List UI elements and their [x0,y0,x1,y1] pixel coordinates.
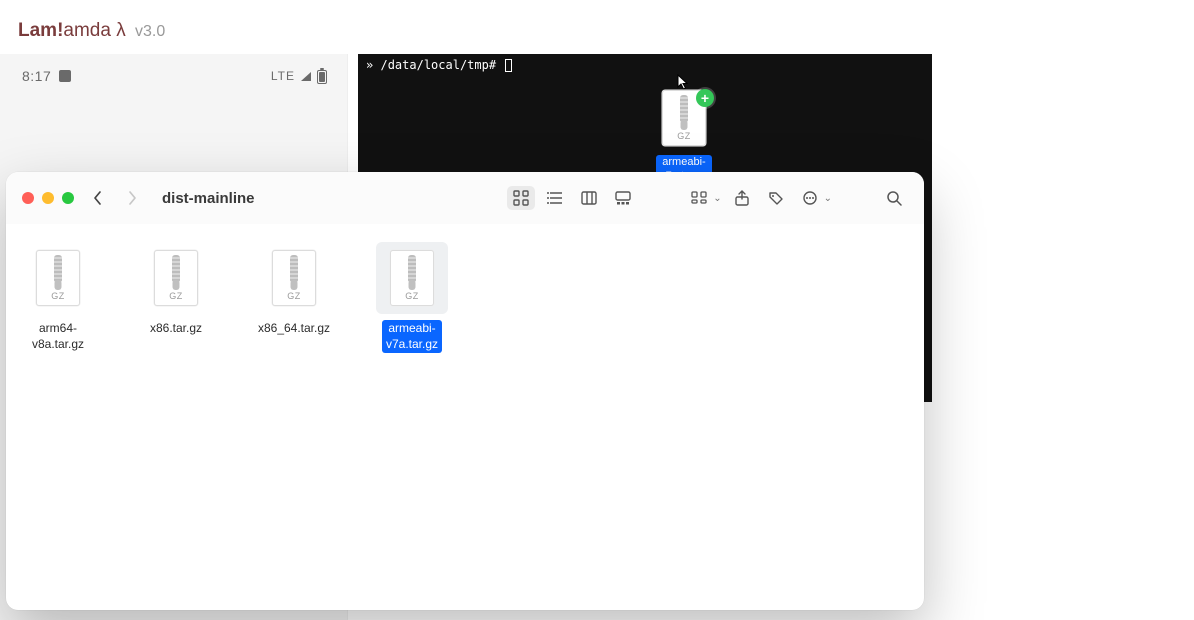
action-menu-button[interactable] [796,186,824,210]
file-name-label: x86.tar.gz [146,320,206,338]
background-fill [936,402,1194,620]
gallery-view-button[interactable] [609,186,637,210]
file-icon-slot: GZ [140,242,212,314]
terminal-cursor [505,59,512,72]
share-button[interactable] [728,186,756,210]
finder-folder-name: dist-mainline [162,190,255,207]
phone-status-bar: 8:17 LTE [0,54,347,84]
file-name-label: x86_64.tar.gz [254,320,334,338]
signal-icon [301,72,311,81]
finder-window[interactable]: dist-mainline ⌄ [6,172,924,610]
battery-icon [317,70,327,84]
archive-file-icon: GZ [36,250,80,306]
group-by-button[interactable] [685,186,713,210]
file-ext-label: GZ [391,291,433,301]
nav-forward-button[interactable] [122,184,142,212]
terminal-prompt-tail: # [489,58,496,72]
file-icon-slot: GZ [22,242,94,314]
lambda-symbol: λ [116,20,126,41]
search-button[interactable] [880,186,908,210]
file-name-label: armeabi- v7a.tar.gz [382,320,442,353]
nav-back-button[interactable] [88,184,108,212]
finder-titlebar[interactable]: dist-mainline ⌄ [6,172,924,224]
file-icon-slot: GZ [376,242,448,314]
column-view-button[interactable] [575,186,603,210]
phone-network-label: LTE [271,69,295,83]
archive-file-icon: GZ [390,250,434,306]
close-window-button[interactable] [22,192,34,204]
app-version: v3.0 [135,23,165,40]
list-view-button[interactable] [541,186,569,210]
app-brand: Lam!amda λ v3.0 [18,20,165,42]
file-ext-label: GZ [37,291,79,301]
file-item[interactable]: GZ x86_64.tar.gz [246,242,342,353]
zoom-window-button[interactable] [62,192,74,204]
icon-view-button[interactable] [507,186,535,210]
view-mode-group [507,186,637,210]
sim-icon [59,70,71,82]
file-icon-slot: GZ [258,242,330,314]
file-name-label: arm64-v8a.tar.gz [10,320,106,353]
archive-file-icon: GZ [154,250,198,306]
terminal-cwd: /data/local/tmp [380,58,488,72]
phone-time: 8:17 [22,68,51,84]
chevron-down-icon: ⌄ [824,193,832,204]
chevron-down-icon: ⌄ [713,193,721,204]
window-traffic-lights[interactable] [22,192,74,204]
terminal-prompt-indicator: » [366,58,373,72]
file-item[interactable]: GZ x86.tar.gz [128,242,224,353]
finder-file-grid[interactable]: GZ arm64-v8a.tar.gz GZ x86.tar.gz GZ x86_64.t… [6,224,924,371]
brand-suffix: amda [63,20,111,41]
file-ext-label: GZ [155,291,197,301]
file-item[interactable]: GZ armeabi- v7a.tar.gz [364,242,460,353]
archive-file-icon: GZ [272,250,316,306]
tags-button[interactable] [762,186,790,210]
minimize-window-button[interactable] [42,192,54,204]
brand-prefix: Lam! [18,20,63,41]
file-item[interactable]: GZ arm64-v8a.tar.gz [10,242,106,353]
file-ext-label: GZ [273,291,315,301]
